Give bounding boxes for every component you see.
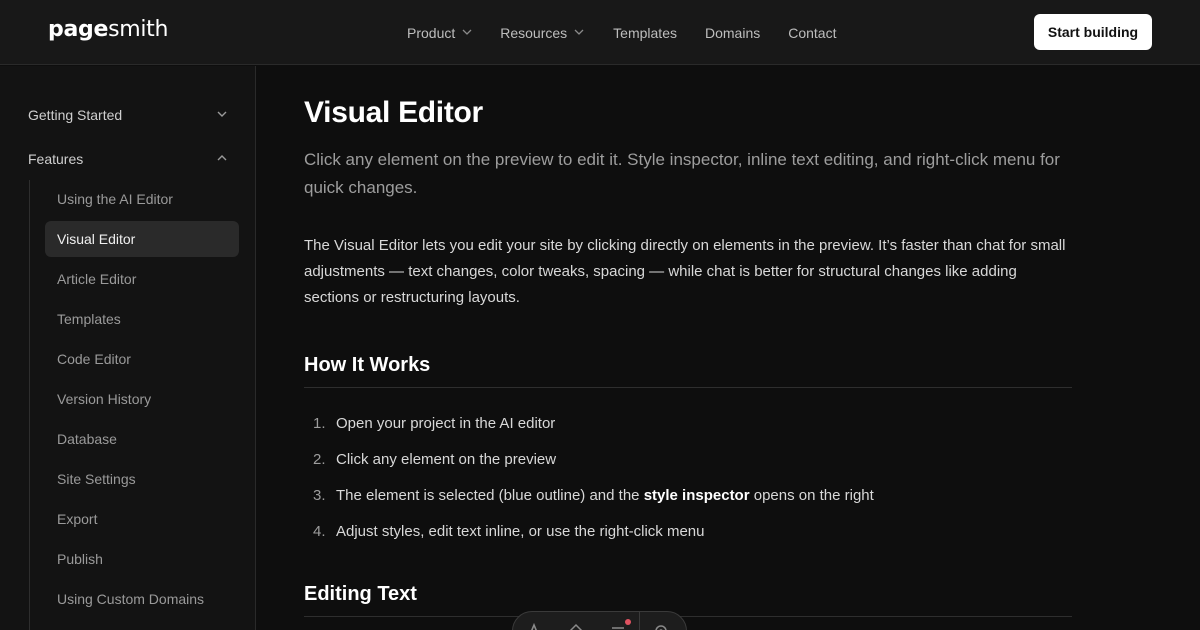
section-heading-editing-text: Editing Text <box>304 583 1072 617</box>
logo-text-bold: page <box>48 17 109 42</box>
nav-templates-label: Templates <box>613 25 677 41</box>
sidebar-item-templates[interactable]: Templates <box>45 301 239 337</box>
step-text-bold: style inspector <box>643 486 750 504</box>
sidebar-section-label: Features <box>28 151 84 167</box>
sidebar-item-version-history[interactable]: Version History <box>45 381 239 417</box>
sidebar-item-site-settings[interactable]: Site Settings <box>45 461 239 497</box>
list-item: 1. Open your project in the AI editor <box>304 405 1072 441</box>
sidebar-section-features[interactable]: Features <box>28 149 228 169</box>
nav-templates[interactable]: Templates <box>613 25 677 41</box>
sidebar-item-using-custom-domains[interactable]: Using Custom Domains <box>45 581 239 617</box>
docs-sidebar: Getting Started Features Using the AI Ed… <box>0 66 256 630</box>
chevron-down-icon <box>574 27 584 37</box>
step-text-part: The element is selected (blue outline) a… <box>336 486 644 504</box>
nav-resources-label: Resources <box>500 25 568 41</box>
paint-icon[interactable] <box>555 611 597 630</box>
intro-paragraph: The Visual Editor lets you edit your sit… <box>304 237 1066 306</box>
list-item: 4. Adjust styles, edit text inline, or u… <box>304 513 1072 549</box>
nav-product-label: Product <box>407 25 456 41</box>
nav-domains-label: Domains <box>704 25 761 41</box>
section-heading-how-it-works: How It Works <box>304 354 1072 388</box>
notification-dot <box>625 619 631 625</box>
list-item: 3. The element is selected (blue outline… <box>304 477 1072 513</box>
sidebar-item-export[interactable]: Export <box>45 501 239 537</box>
nav-product[interactable]: Product <box>407 25 472 41</box>
chevron-up-icon <box>216 151 228 167</box>
text-icon[interactable] <box>513 611 555 630</box>
step-number: 2. <box>313 450 326 468</box>
sidebar-section-getting-started[interactable]: Getting Started <box>28 105 228 125</box>
sidebar-section-label: Getting Started <box>28 107 123 123</box>
steps-list: 1. Open your project in the AI editor 2.… <box>304 405 1072 549</box>
article-content: Visual Editor Click any element on the p… <box>304 66 1072 630</box>
top-navigation-bar: pagesmith Product Resources Templates Do… <box>0 0 1200 65</box>
step-text: Open your project in the AI editor <box>336 414 556 432</box>
sidebar-item-publish[interactable]: Publish <box>45 541 239 577</box>
page-lede: Click any element on the preview to edit… <box>304 150 1060 197</box>
step-text: Click any element on the preview <box>336 450 557 468</box>
chevron-down-icon <box>216 107 228 123</box>
sidebar-item-code-editor[interactable]: Code Editor <box>45 341 239 377</box>
step-number: 1. <box>313 414 326 432</box>
sidebar-item-using-the-ai-editor[interactable]: Using the AI Editor <box>45 181 239 217</box>
nav-domains[interactable]: Domains <box>705 25 760 41</box>
sidebar-item-article-editor[interactable]: Article Editor <box>45 261 239 297</box>
sidebar-item-visual-editor[interactable]: Visual Editor <box>45 221 239 257</box>
pagesmith-logo[interactable]: pagesmith <box>48 17 168 42</box>
step-text: Adjust styles, edit text inline, or use … <box>336 522 705 540</box>
step-number: 4. <box>313 522 326 540</box>
sidebar-tree-line <box>29 180 30 630</box>
chevron-down-icon <box>462 27 472 37</box>
page-title: Visual Editor <box>304 96 483 129</box>
layers-icon[interactable] <box>597 611 639 630</box>
main-nav: Product Resources Templates Domains Cont… <box>407 23 836 43</box>
logo-text-light: smith <box>108 17 169 42</box>
sidebar-item-database[interactable]: Database <box>45 421 239 457</box>
start-building-button[interactable]: Start building <box>1034 14 1152 50</box>
list-item: 2. Click any element on the preview <box>304 441 1072 477</box>
nav-resources[interactable]: Resources <box>500 25 584 41</box>
step-number: 3. <box>313 486 326 504</box>
settings-icon[interactable] <box>640 611 682 630</box>
nav-contact[interactable]: Contact <box>788 25 836 41</box>
floating-editor-toolbar <box>512 611 687 630</box>
nav-contact-label: Contact <box>788 25 837 41</box>
step-text-part: opens on the right <box>749 486 874 504</box>
step-text: The element is selected (blue outline) a… <box>336 487 874 504</box>
